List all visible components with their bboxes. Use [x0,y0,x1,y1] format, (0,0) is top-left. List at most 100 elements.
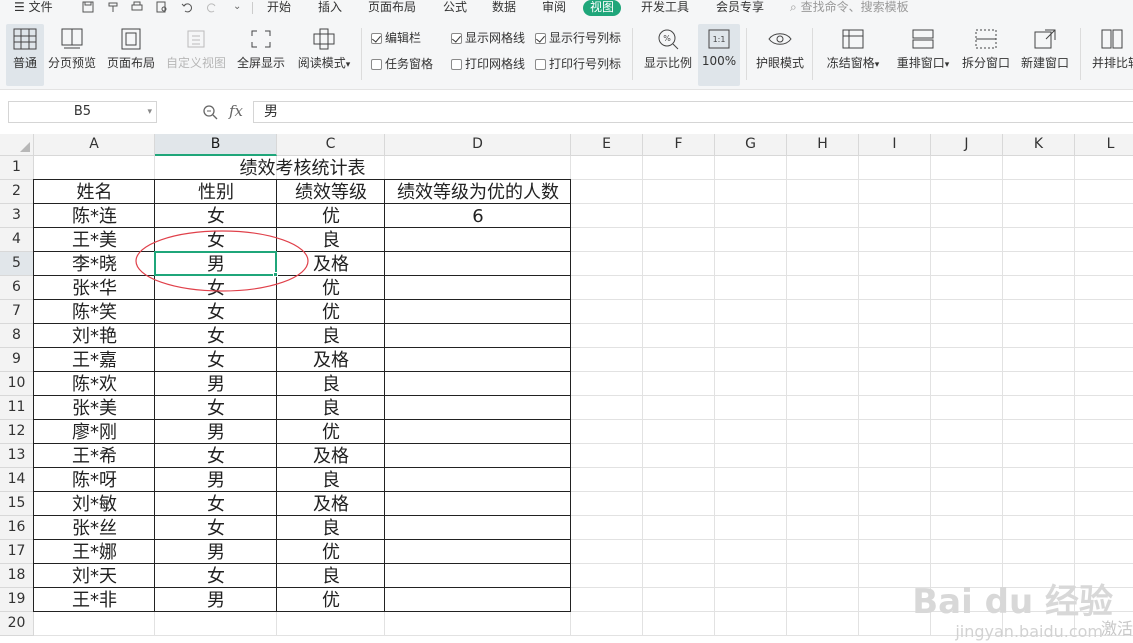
table-header[interactable]: 性别 [155,181,277,204]
row-header[interactable]: 15 [0,492,34,516]
table-cell[interactable] [385,589,571,612]
column-header-j[interactable]: J [931,134,1003,156]
table-cell[interactable]: 张*美 [34,397,155,420]
table-cell[interactable]: 6 [385,205,571,228]
tab-view[interactable]: 视图 [583,0,622,16]
row-header[interactable]: 11 [0,396,34,420]
full-screen-button[interactable]: 全屏显示 [236,24,286,86]
table-cell[interactable] [385,565,571,588]
table-cell[interactable]: 王*娜 [34,541,155,564]
tab-formulas[interactable]: 公式 [443,0,467,16]
format-painter-icon[interactable] [107,1,119,13]
table-header[interactable]: 姓名 [34,181,155,204]
show-headings-checkbox[interactable]: 显示行号列标 [535,31,621,45]
tab-insert[interactable]: 插入 [318,0,342,16]
table-cell[interactable] [385,229,571,252]
table-header[interactable]: 绩效等级为优的人数 [385,181,571,204]
table-cell[interactable]: 良 [277,517,385,540]
column-header-k[interactable]: K [1003,134,1075,156]
zoom-button[interactable]: % 显示比例 [642,24,694,86]
split-window-button[interactable]: 拆分窗口 [960,24,1012,86]
row-header[interactable]: 14 [0,468,34,492]
table-cell[interactable]: 及格 [277,445,385,468]
tab-home[interactable]: 开始 [267,0,291,16]
freeze-panes-button[interactable]: 冻结窗格▾ [822,24,884,86]
normal-view-button[interactable]: 普通 [6,24,44,86]
table-cell[interactable]: 男 [155,589,277,612]
table-cell[interactable]: 女 [155,517,277,540]
table-cell[interactable]: 良 [277,397,385,420]
zoom-100-button[interactable]: 1:1 100% [698,24,740,86]
table-cell[interactable]: 良 [277,565,385,588]
column-header-f[interactable]: F [643,134,715,156]
table-cell[interactable]: 刘*敏 [34,493,155,516]
table-cell[interactable]: 优 [277,301,385,324]
file-menu[interactable]: ☰ 文件 [14,0,53,16]
table-cell[interactable]: 女 [155,205,277,228]
table-cell[interactable] [385,421,571,444]
table-cell[interactable]: 陈*笑 [34,301,155,324]
formula-bar-checkbox[interactable]: 编辑栏 [371,31,421,45]
table-cell[interactable]: 男 [155,421,277,444]
table-cell[interactable]: 陈*呀 [34,469,155,492]
table-cell[interactable]: 女 [155,565,277,588]
sheet-title[interactable]: 绩效考核统计表 [34,157,571,180]
column-header-g[interactable]: G [715,134,787,156]
table-cell[interactable] [385,445,571,468]
custom-view-button[interactable]: 自定义视图 [164,24,228,86]
row-header[interactable]: 7 [0,300,34,324]
table-cell[interactable]: 优 [277,589,385,612]
spreadsheet-grid[interactable]: A B C D E F G H I J K L 1 2 3 4 5 6 7 8 9 10 11 12 13 14 15 16 17 18 1… [0,134,1133,643]
table-cell[interactable]: 良 [277,373,385,396]
table-cell[interactable]: 刘*艳 [34,325,155,348]
table-cell[interactable] [385,469,571,492]
print-icon[interactable] [131,1,143,13]
quick-access-dropdown-icon[interactable]: ⌄ [233,0,241,16]
table-cell[interactable] [385,373,571,396]
task-pane-checkbox[interactable]: 任务窗格 [371,57,433,71]
column-header-a[interactable]: A [34,134,155,156]
page-layout-button[interactable]: 页面布局 [104,24,158,86]
select-all-corner[interactable] [0,134,34,156]
insert-function-button[interactable]: fx [229,102,243,120]
table-cell[interactable]: 良 [277,469,385,492]
page-break-preview-button[interactable]: 分页预览 [46,24,98,86]
table-cell[interactable]: 刘*天 [34,565,155,588]
print-preview-icon[interactable] [156,1,168,13]
compare-side-by-side-button[interactable]: 并排比较 [1088,24,1133,86]
row-header[interactable]: 17 [0,540,34,564]
show-gridlines-checkbox[interactable]: 显示网格线 [451,31,525,45]
column-header-c[interactable]: C [277,134,385,156]
column-header-l[interactable]: L [1075,134,1133,156]
row-header[interactable]: 9 [0,348,34,372]
table-cell[interactable] [385,277,571,300]
table-cell[interactable] [385,325,571,348]
table-cell[interactable]: 女 [155,493,277,516]
table-cell[interactable] [385,397,571,420]
redo-icon[interactable] [206,1,218,13]
row-header[interactable]: 4 [0,228,34,252]
table-cell[interactable]: 及格 [277,349,385,372]
formula-input[interactable]: 男 [253,101,1133,123]
table-cell[interactable] [385,253,571,276]
tab-review[interactable]: 审阅 [542,0,566,16]
table-cell[interactable]: 女 [155,397,277,420]
row-header[interactable]: 3 [0,204,34,228]
table-cell[interactable]: 男 [155,469,277,492]
tab-developer[interactable]: 开发工具 [641,0,689,16]
print-headings-checkbox[interactable]: 打印行号列标 [535,57,621,71]
table-cell[interactable]: 女 [155,445,277,468]
zoom-search-icon[interactable] [202,104,218,120]
table-cell[interactable]: 女 [155,349,277,372]
tab-data[interactable]: 数据 [492,0,516,16]
table-cell[interactable]: 女 [155,325,277,348]
tab-member[interactable]: 会员专享 [716,0,764,16]
table-cell[interactable] [385,301,571,324]
reading-mode-button[interactable]: 阅读模式▾ [294,24,354,86]
column-header-b[interactable]: B [155,134,277,156]
row-header[interactable]: 10 [0,372,34,396]
column-header-h[interactable]: H [787,134,859,156]
column-header-e[interactable]: E [571,134,643,156]
row-header[interactable]: 5 [0,252,34,276]
table-cell[interactable]: 廖*刚 [34,421,155,444]
